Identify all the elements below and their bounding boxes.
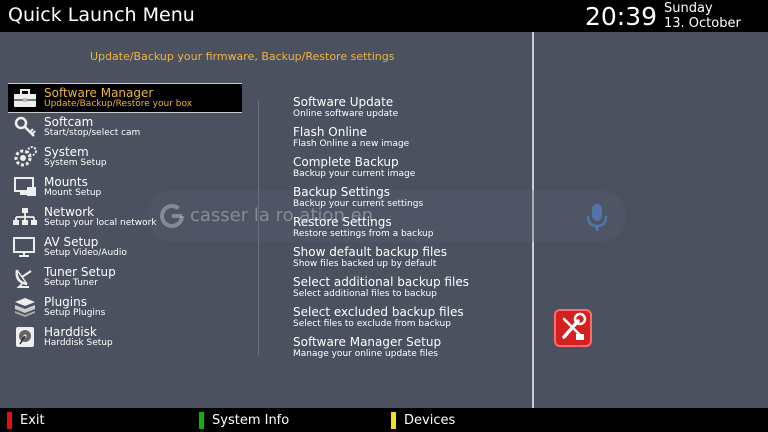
menu-item-desc: Setup your local network <box>44 218 157 228</box>
submenu-item-desc: Select files to exclude from backup <box>293 319 451 329</box>
submenu-item-desc: Show files backed up by default <box>293 259 437 269</box>
submenu-item-select-additional-backup-files[interactable]: Select additional backup files Select ad… <box>293 275 523 305</box>
toolbox-icon <box>14 89 36 107</box>
submenu-item-title: Restore Settings <box>293 215 392 229</box>
software-manager-app-icon <box>554 309 592 347</box>
submenu-item-desc: Manage your online update files <box>293 349 438 359</box>
devices-button[interactable]: Devices <box>391 412 481 430</box>
submenu-item-desc: Backup your current image <box>293 169 416 179</box>
submenu-item-title: Show default backup files <box>293 245 447 259</box>
page-title: Quick Launch Menu <box>8 4 195 26</box>
submenu-item-complete-backup[interactable]: Complete Backup Backup your current imag… <box>293 155 523 185</box>
menu-item-title: AV Setup <box>44 235 99 249</box>
menu-item-title: Harddisk <box>44 325 97 339</box>
menu-item-desc: Harddisk Setup <box>44 338 113 348</box>
red-key-indicator <box>7 412 12 429</box>
menu-description: Update/Backup your firmware, Backup/Rest… <box>90 50 395 63</box>
menu-item-desc: Setup Plugins <box>44 308 106 318</box>
menu-item-desc: Start/stop/select cam <box>44 128 141 138</box>
left-menu: Software Manager Update/Backup/Restore y… <box>8 83 242 353</box>
menu-item-softcam[interactable]: Softcam Start/stop/select cam <box>8 113 242 143</box>
submenu-item-restore-settings[interactable]: Restore Settings Restore settings from a… <box>293 215 523 245</box>
menu-item-harddisk[interactable]: Harddisk Harddisk Setup <box>8 323 242 353</box>
yellow-key-indicator <box>391 412 396 429</box>
submenu-item-backup-settings[interactable]: Backup Settings Backup your current sett… <box>293 185 523 215</box>
submenu-item-desc: Flash Online a new image <box>293 139 410 149</box>
wrench-screwdriver-icon <box>562 312 587 340</box>
menu-item-plugins[interactable]: Plugins Setup Plugins <box>8 293 242 323</box>
green-key-indicator <box>199 412 204 429</box>
submenu-item-show-default-backup-files[interactable]: Show default backup files Show files bac… <box>293 245 523 275</box>
submenu-item-select-excluded-backup-files[interactable]: Select excluded backup files Select file… <box>293 305 523 335</box>
submenu-item-desc: Select additional files to backup <box>293 289 437 299</box>
submenu-item-title: Select excluded backup files <box>293 305 464 319</box>
exit-label: Exit <box>20 413 45 428</box>
bottom-bar <box>0 408 768 432</box>
submenu-item-desc: Restore settings from a backup <box>293 229 434 239</box>
clock-day: Sunday <box>664 1 713 16</box>
gears-icon <box>14 146 37 167</box>
menu-item-title: System <box>44 145 89 159</box>
menu-item-desc: Setup Video/Audio <box>44 248 127 258</box>
clock-time: 20:39 <box>585 2 658 31</box>
menu-item-title: Softcam <box>44 115 94 129</box>
menu-item-network[interactable]: Network Setup your local network <box>8 203 242 233</box>
submenu-item-title: Flash Online <box>293 125 367 139</box>
microphone-icon <box>586 204 608 231</box>
menu-item-title: Software Manager <box>44 86 154 100</box>
menu-item-desc: Update/Backup/Restore your box <box>44 99 193 109</box>
right-menu: Software Update Online software update F… <box>293 95 523 365</box>
satellite-icon <box>15 269 32 288</box>
clock-date: 13. October <box>664 16 741 31</box>
network-icon <box>13 208 37 225</box>
menu-item-system[interactable]: System System Setup <box>8 143 242 173</box>
top-bar: Quick Launch Menu 20:39 Sunday 13. Octob… <box>0 0 768 32</box>
submenu-item-desc: Backup your current settings <box>293 199 424 209</box>
menu-item-tuner-setup[interactable]: Tuner Setup Setup Tuner <box>8 263 242 293</box>
system-info-label: System Info <box>212 413 290 428</box>
menu-item-title: Network <box>44 205 95 219</box>
menu-item-desc: Setup Tuner <box>44 278 98 288</box>
menu-item-title: Tuner Setup <box>44 265 116 279</box>
exit-button[interactable]: Exit <box>7 412 77 430</box>
devices-label: Devices <box>404 413 456 428</box>
menu-item-title: Plugins <box>44 295 87 309</box>
submenu-item-desc: Online software update <box>293 109 399 119</box>
submenu-item-title: Software Manager Setup <box>293 335 442 349</box>
tv-icon <box>13 237 35 257</box>
submenu-item-title: Complete Backup <box>293 155 399 169</box>
menu-item-software-manager[interactable]: Software Manager Update/Backup/Restore y… <box>8 83 242 113</box>
monitor-icon <box>14 177 36 196</box>
menu-item-av-setup[interactable]: AV Setup Setup Video/Audio <box>8 233 242 263</box>
submenu-item-title: Select additional backup files <box>293 275 469 289</box>
submenu-item-title: Backup Settings <box>293 185 391 199</box>
harddisk-icon <box>16 327 34 347</box>
submenu-item-software-update[interactable]: Software Update Online software update <box>293 95 523 125</box>
system-info-button[interactable]: System Info <box>199 412 319 430</box>
submenu-item-flash-online[interactable]: Flash Online Flash Online a new image <box>293 125 523 155</box>
key-icon <box>14 116 36 137</box>
menu-item-desc: Mount Setup <box>44 188 102 198</box>
submenu-item-title: Software Update <box>293 95 394 109</box>
plugins-icon <box>15 298 35 317</box>
menu-item-desc: System Setup <box>44 158 107 168</box>
menu-item-title: Mounts <box>44 175 88 189</box>
submenu-item-software-manager-setup[interactable]: Software Manager Setup Manage your onlin… <box>293 335 523 365</box>
menu-item-mounts[interactable]: Mounts Mount Setup <box>8 173 242 203</box>
